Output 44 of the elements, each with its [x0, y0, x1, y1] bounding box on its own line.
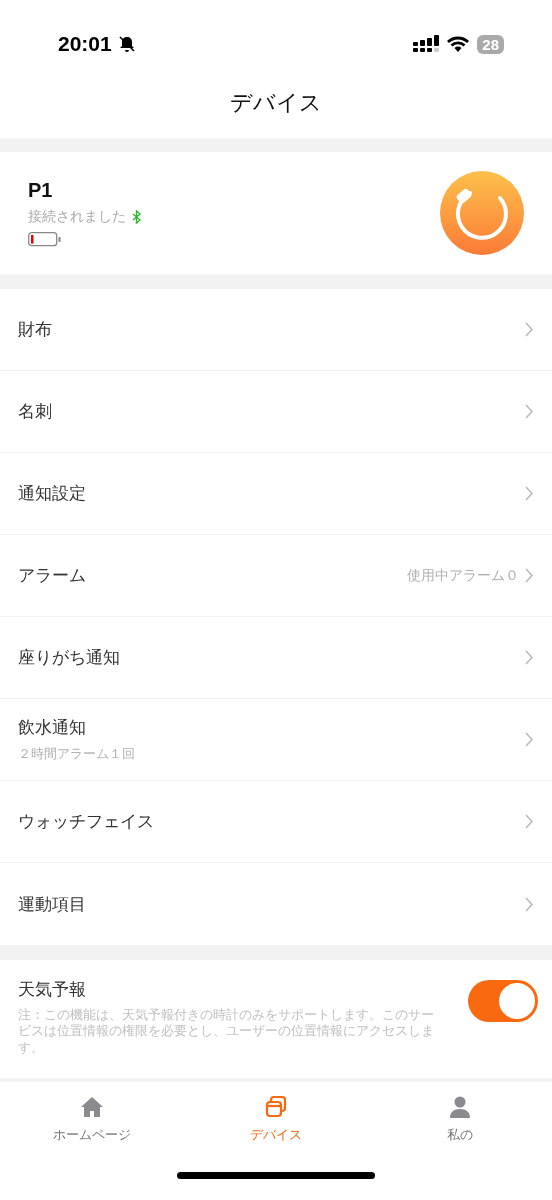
menu-label: 財布	[18, 318, 52, 341]
wifi-icon	[447, 36, 470, 52]
chevron-icon	[525, 650, 534, 665]
menu-label: 通知設定	[18, 482, 86, 505]
connection-status: 接続されました	[28, 208, 126, 226]
menu-label: 名刺	[18, 400, 52, 423]
menu-row[interactable]: アラーム 使用中アラーム０	[0, 535, 552, 617]
weather-toggle[interactable]	[468, 980, 538, 1022]
chevron-icon	[525, 568, 534, 583]
home-icon	[80, 1096, 104, 1118]
menu-row[interactable]: 座りがち通知	[0, 617, 552, 699]
device-name: P1	[28, 179, 54, 202]
chevron-icon	[525, 486, 534, 501]
weather-label: 天気予報	[18, 978, 87, 1001]
menu-label: ウォッチフェイス	[18, 810, 154, 833]
tab-item[interactable]: ホームページ	[0, 1096, 184, 1144]
page-title: デバイス	[230, 89, 322, 117]
device-card[interactable]: P1 接続されました	[0, 152, 552, 274]
battery-icon	[28, 232, 62, 247]
menu-label: 運動項目	[18, 892, 86, 916]
menu-label: アラーム	[18, 564, 86, 587]
menu-label: 座りがち通知	[18, 646, 120, 669]
menu-label: 飲水通知	[18, 716, 87, 739]
status-time: 20:01	[58, 32, 112, 56]
menu-row[interactable]: 飲水通知 ２時間アラーム１回	[0, 699, 552, 781]
chevron-icon	[525, 732, 534, 747]
chevron-icon	[525, 404, 534, 419]
windows-icon	[265, 1096, 287, 1118]
muted-bell-icon	[117, 35, 136, 53]
chevron-icon	[525, 814, 534, 829]
chevron-icon	[525, 896, 534, 912]
battery-level: 28	[477, 34, 504, 54]
signal-icon	[413, 35, 440, 53]
menu-row[interactable]: 通知設定	[0, 453, 552, 535]
menu-row[interactable]: ウォッチフェイス	[0, 781, 552, 863]
menu-row[interactable]: 運動項目	[0, 863, 552, 945]
menu-subtitle: ２時間アラーム１回	[18, 745, 135, 763]
watch-icon	[440, 171, 524, 255]
chevron-icon	[525, 322, 534, 337]
menu-row[interactable]: 名刺	[0, 371, 552, 453]
menu-value: 使用中アラーム０	[407, 566, 519, 585]
menu-row[interactable]: 財布	[0, 289, 552, 371]
person-icon	[449, 1096, 471, 1118]
tab-item[interactable]: 私の	[368, 1096, 552, 1144]
